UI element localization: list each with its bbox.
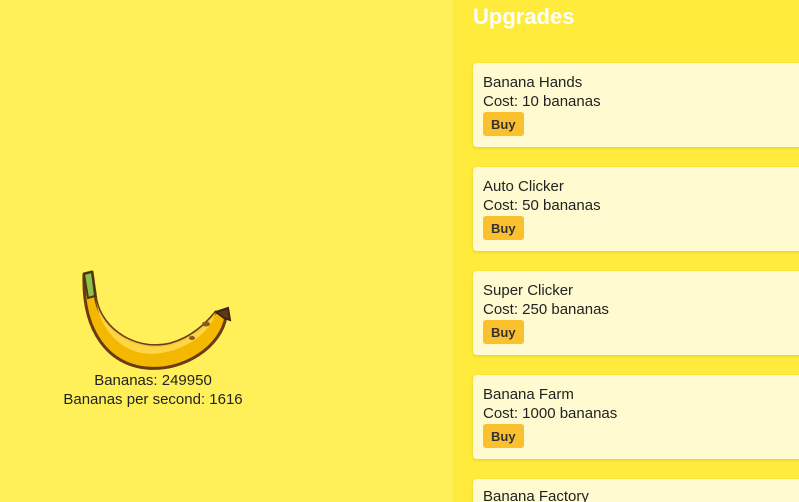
upgrade-name: Banana Farm [483,386,574,403]
upgrade-card-auto-clicker: Auto Clicker Cost: 50 bananas Buy [473,167,799,251]
upgrade-cost: Cost: 1000 bananas [483,405,618,422]
buy-button-auto-clicker[interactable]: Buy [483,216,524,240]
bananas-per-second: Bananas per second: 1616 [63,391,243,408]
banana-count: Bananas: 249950 [94,372,212,389]
clicker-area: Bananas: 249950 Bananas per second: 1616 [0,0,453,502]
buy-button-banana-hands[interactable]: Buy [483,112,524,136]
banana-icon[interactable] [74,268,234,374]
upgrades-panel: Upgrades Banana Hands Cost: 10 bananas B… [453,0,799,502]
upgrade-name: Banana Factory [483,488,589,502]
upgrade-card-banana-factory: Banana Factory [473,479,799,502]
upgrade-card-super-clicker: Super Clicker Cost: 250 bananas Buy [473,271,799,355]
buy-button-super-clicker[interactable]: Buy [483,320,524,344]
upgrade-cost: Cost: 250 bananas [483,301,609,318]
upgrade-name: Super Clicker [483,282,574,299]
upgrade-card-banana-hands: Banana Hands Cost: 10 bananas Buy [473,63,799,147]
upgrade-cost: Cost: 50 bananas [483,197,601,214]
upgrade-card-banana-farm: Banana Farm Cost: 1000 bananas Buy [473,375,799,459]
upgrades-title: Upgrades [473,4,575,29]
upgrade-name: Auto Clicker [483,178,564,195]
buy-button-banana-farm[interactable]: Buy [483,424,524,448]
upgrade-name: Banana Hands [483,74,583,91]
upgrade-cost: Cost: 10 bananas [483,93,601,110]
